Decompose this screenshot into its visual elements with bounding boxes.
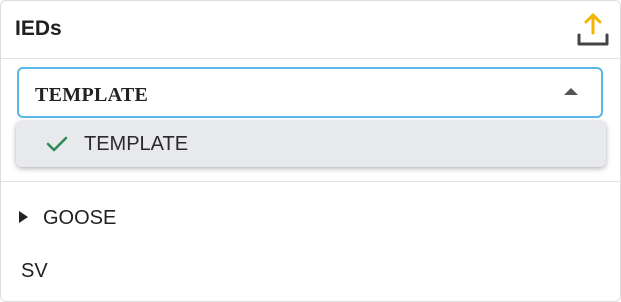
upload-icon bbox=[577, 13, 609, 46]
dropdown-option-label: TEMPLATE bbox=[84, 133, 189, 155]
divider bbox=[1, 181, 620, 182]
ied-select-dropdown: TEMPLATE bbox=[16, 121, 606, 167]
upload-button[interactable] bbox=[574, 11, 612, 49]
check-icon bbox=[46, 136, 68, 152]
panel-header: IEDs bbox=[1, 1, 620, 59]
triangle-right-icon[interactable] bbox=[19, 211, 28, 223]
tree-item-goose[interactable]: GOOSE bbox=[1, 203, 620, 233]
caret-up-icon[interactable] bbox=[564, 88, 578, 95]
tree-item-sv[interactable]: SV bbox=[1, 256, 620, 286]
panel-title: IEDs bbox=[15, 17, 62, 40]
tree-item-label: SV bbox=[21, 260, 48, 282]
ied-select[interactable]: TEMPLATE bbox=[17, 67, 603, 118]
ied-select-value: TEMPLATE bbox=[35, 84, 149, 106]
dropdown-option-template[interactable]: TEMPLATE bbox=[16, 121, 606, 167]
tree-item-label: GOOSE bbox=[43, 207, 117, 229]
